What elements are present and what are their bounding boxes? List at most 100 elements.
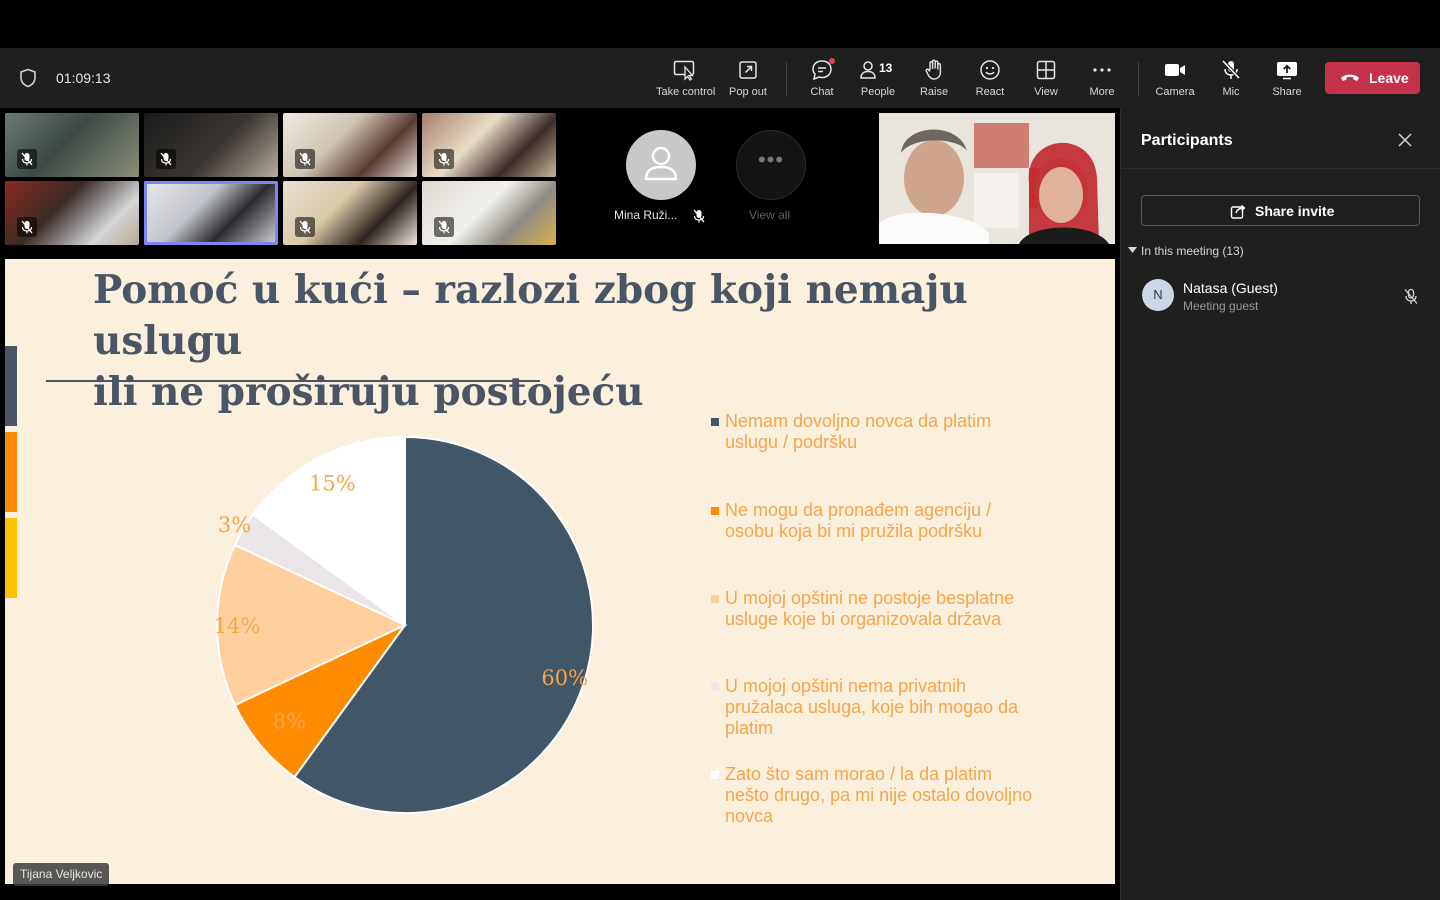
raise-hand-icon: [925, 59, 942, 80]
muted-mic-icon: [434, 217, 454, 237]
pop-out-label: Pop out: [729, 86, 767, 98]
muted-mic-icon: [17, 217, 37, 237]
panel-title: Participants: [1141, 132, 1233, 149]
close-icon[interactable]: [1397, 132, 1413, 148]
pie-data-label: 3%: [218, 513, 251, 537]
share-invite-label: Share invite: [1255, 203, 1335, 219]
share-button[interactable]: Share: [1259, 58, 1315, 106]
more-label: More: [1089, 86, 1115, 98]
section-label: In this meeting (13): [1141, 244, 1244, 258]
raise-hand-label: Raise: [919, 86, 949, 98]
shield-icon: [20, 68, 36, 88]
pop-out-button[interactable]: Pop out: [720, 58, 776, 106]
people-label: People: [860, 86, 896, 98]
legend-swatch: [711, 595, 719, 603]
pie-data-label: 60%: [541, 666, 588, 690]
participant-avatar: N: [1142, 279, 1174, 311]
participant-video-tile[interactable]: [5, 181, 139, 245]
muted-mic-icon: [295, 217, 315, 237]
participant-video-tile[interactable]: [422, 181, 556, 245]
camera-button[interactable]: Camera: [1147, 58, 1203, 106]
mic-off-icon: [1221, 59, 1241, 80]
camera-label: Camera: [1155, 86, 1195, 98]
toolbar-divider: [1138, 62, 1139, 96]
leave-button[interactable]: Leave: [1325, 62, 1420, 94]
take-control-button[interactable]: Take control: [656, 58, 716, 106]
legend-label: Ne mogu da pronađem agenciju / osobu koj…: [725, 500, 992, 541]
react-button[interactable]: React: [962, 58, 1018, 106]
smiley-icon: [980, 60, 1000, 80]
muted-mic-icon: [434, 149, 454, 169]
take-control-label: Take control: [656, 86, 716, 98]
muted-mic-icon: [17, 149, 37, 169]
view-all-button[interactable]: •••: [736, 130, 806, 200]
muted-mic-icon: [1404, 288, 1418, 304]
more-dots-icon: [1093, 68, 1111, 72]
video-gallery: Mina Ruži... ••• View all: [0, 108, 1120, 253]
participant-name: Mina Ruži...: [614, 208, 678, 222]
share-label: Share: [1272, 86, 1302, 98]
legend-swatch: [711, 771, 719, 779]
share-icon: [1230, 204, 1246, 219]
video-frame: [879, 113, 1115, 244]
participant-name: Natasa (Guest): [1183, 280, 1278, 296]
muted-mic-icon: [693, 209, 705, 223]
participant-role: Meeting guest: [1183, 299, 1259, 313]
view-all-label: View all: [749, 208, 791, 222]
participant-video-large[interactable]: [879, 113, 1115, 244]
participant-video-tile[interactable]: [5, 113, 139, 177]
camera-icon: [1165, 64, 1185, 76]
mic-button[interactable]: Mic: [1203, 58, 1259, 106]
participant-video-tile[interactable]: [144, 113, 278, 177]
legend-label: Zato što sam morao / la da platim nešto …: [725, 764, 1033, 826]
react-label: React: [975, 86, 1005, 98]
leave-label: Leave: [1369, 70, 1409, 86]
presenter-name-tag: Tijana Veljkovic: [13, 863, 110, 886]
muted-mic-icon: [295, 149, 315, 169]
mic-label: Mic: [1222, 86, 1240, 98]
legend-label: U mojoj opštini ne postoje besplatne usl…: [725, 588, 1015, 629]
raise-hand-button[interactable]: Raise: [906, 58, 962, 106]
legend-item: Nemam dovoljno novca da platim uslugu / …: [711, 411, 1041, 453]
pie-data-label: 14%: [214, 614, 261, 638]
participant-video-tile[interactable]: [422, 113, 556, 177]
pop-out-icon: [739, 61, 757, 79]
legend-swatch: [711, 418, 719, 426]
pie-data-label: 8%: [273, 710, 306, 734]
participant-video-tile[interactable]: [283, 113, 417, 177]
hang-up-icon: [1341, 74, 1359, 81]
legend-item: Ne mogu da pronađem agenciju / osobu koj…: [711, 500, 1041, 542]
shared-presentation-slide: Pomoć u kući – razlozi zbog koji nemaju …: [5, 259, 1115, 884]
muted-mic-icon: [156, 149, 176, 169]
legend-swatch: [711, 683, 719, 691]
grid-view-icon: [1036, 60, 1056, 80]
meeting-timer: 01:09:13: [56, 70, 111, 86]
meeting-toolbar: 01:09:13 Take control Pop out Chat 13 Pe…: [0, 48, 1440, 112]
legend-label: U mojoj opštini nema privatnih pružalaca…: [725, 676, 1019, 738]
view-button[interactable]: View: [1018, 58, 1074, 106]
share-invite-button[interactable]: Share invite: [1141, 195, 1420, 226]
toolbar-divider: [786, 62, 787, 96]
people-count: 13: [879, 61, 893, 75]
panel-divider: [1121, 168, 1440, 169]
chat-label: Chat: [810, 86, 834, 98]
pie-data-label: 15%: [309, 471, 356, 495]
active-speaker-video-tile[interactable]: [144, 181, 278, 245]
legend-item: U mojoj opštini ne postoje besplatne usl…: [711, 588, 1041, 630]
chevron-down-icon: [1128, 247, 1137, 253]
participants-panel: Participants Share invite In this meetin…: [1120, 108, 1440, 900]
participant-avatar[interactable]: [626, 130, 696, 200]
chat-notification-dot: [829, 58, 835, 64]
legend-swatch: [711, 507, 719, 515]
share-screen-icon: [1277, 62, 1297, 80]
more-button[interactable]: More: [1074, 58, 1130, 106]
window-title-bar: [0, 0, 1440, 48]
people-button[interactable]: 13 People: [850, 58, 906, 112]
legend-item: U mojoj opštini nema privatnih pružalaca…: [711, 676, 1041, 739]
legend-item: Zato što sam morao / la da platim nešto …: [711, 764, 1041, 827]
view-label: View: [1034, 86, 1058, 98]
take-control-icon: [673, 60, 695, 81]
chat-button[interactable]: Chat: [794, 58, 850, 106]
participant-video-tile[interactable]: [283, 181, 417, 245]
pie-chart: 60% 8% 14% 3% 15%: [214, 435, 594, 814]
